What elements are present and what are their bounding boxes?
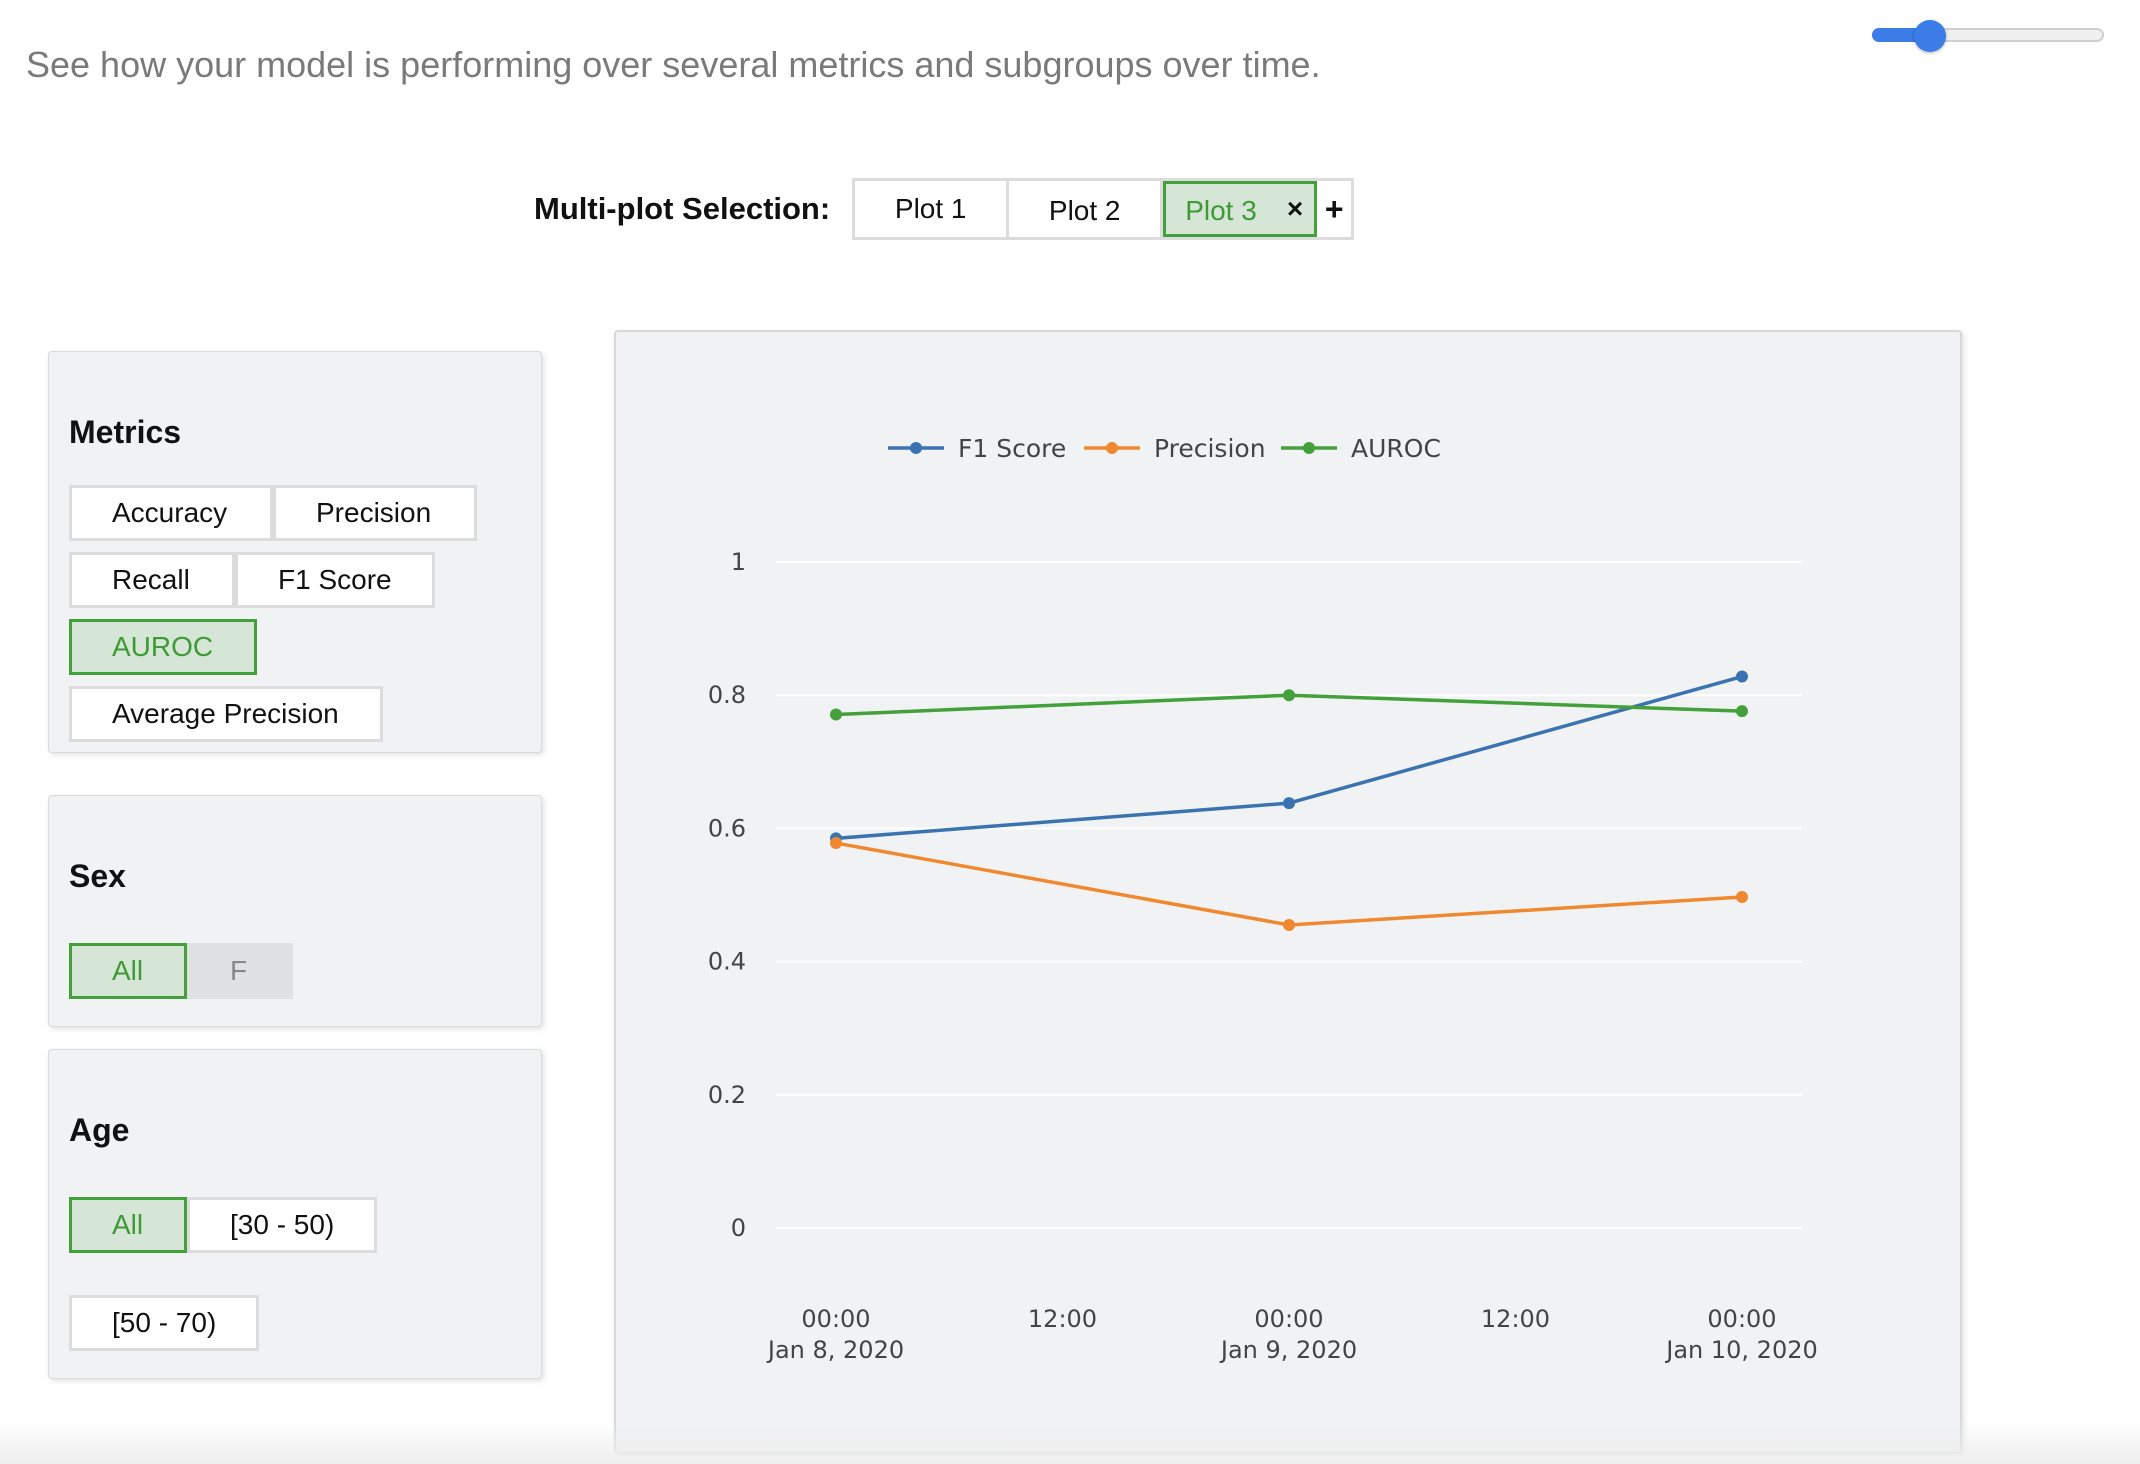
sex-f-button[interactable]: F (187, 943, 293, 999)
data-point-precision[interactable] (1283, 918, 1295, 931)
sex-panel: Sex All F (48, 795, 542, 1027)
metrics-chart: 1 0.8 0.6 0.4 0.2 0 00:00 Jan 8, 2020 12:00 00:00… (614, 330, 1962, 1454)
x-tick-time-label: 12:00 (1481, 1305, 1550, 1333)
metric-average-precision-button[interactable]: Average Precision (69, 686, 383, 742)
slider-thumb[interactable] (1914, 20, 1946, 52)
x-tick-time-label: 00:00 (1707, 1305, 1776, 1333)
metric-accuracy-button[interactable]: Accuracy (69, 485, 273, 541)
legend-label-precision[interactable]: Precision (1154, 434, 1266, 463)
x-tick-time-label: 00:00 (1254, 1305, 1323, 1333)
data-point-f1-score[interactable] (1283, 797, 1295, 810)
tab-plot-1-label: Plot 1 (894, 193, 967, 224)
close-plot-3-icon[interactable]: × (1287, 193, 1303, 225)
y-tick-label: 1 (731, 548, 746, 576)
legend-swatch-marker (910, 442, 922, 454)
data-point-precision[interactable] (1736, 890, 1748, 903)
tab-plot-3-label: Plot 3 (1185, 195, 1257, 226)
age-title: Age (69, 1112, 130, 1148)
age-all-button[interactable]: All (69, 1197, 187, 1253)
y-tick-label: 0.6 (708, 814, 746, 842)
metric-recall-button[interactable]: Recall (69, 552, 235, 608)
add-plot-button[interactable]: + (1317, 181, 1351, 237)
tab-plot-2-label: Plot 2 (1048, 195, 1121, 226)
metric-auroc-button[interactable]: AUROC (69, 619, 257, 675)
sex-all-button[interactable]: All (69, 943, 187, 999)
data-point-auroc[interactable] (830, 708, 842, 721)
data-point-auroc[interactable] (1283, 689, 1295, 702)
multi-plot-selection: Multi-plot Selection: Plot 1 Plot 2 Plot… (534, 178, 1355, 240)
metrics-panel: Metrics Accuracy Precision Recall F1 Sco… (48, 351, 542, 753)
tab-plot-2[interactable]: Plot 2 (1009, 181, 1164, 237)
multi-plot-label: Multi-plot Selection: (534, 191, 831, 226)
x-tick-time-label: 12:00 (1028, 1305, 1097, 1333)
data-point-f1-score[interactable] (1736, 670, 1748, 683)
y-tick-label: 0.4 (708, 948, 746, 976)
legend-swatch-marker (1106, 442, 1118, 454)
tab-plot-1[interactable]: Plot 1 (855, 181, 1010, 237)
zoom-slider[interactable] (1872, 20, 2104, 52)
age-panel: Age All [30 - 50) [50 - 70) (48, 1049, 542, 1379)
age-30-50-button[interactable]: [30 - 50) (187, 1197, 377, 1253)
metrics-title: Metrics (69, 414, 182, 450)
data-point-auroc[interactable] (1736, 705, 1748, 718)
x-tick-time-label: 00:00 (801, 1305, 870, 1333)
sex-title: Sex (69, 858, 126, 894)
chart-svg: 1 0.8 0.6 0.4 0.2 0 00:00 Jan 8, 2020 12:00 00:00… (708, 434, 1818, 1364)
x-tick-date-label: Jan 10, 2020 (1664, 1336, 1818, 1364)
legend-swatch-marker (1303, 442, 1315, 454)
plot-tabs: Plot 1 Plot 2 Plot 3 × + (852, 178, 1355, 240)
x-tick-date-label: Jan 8, 2020 (766, 1336, 904, 1364)
x-tick-date-label: Jan 9, 2020 (1219, 1336, 1357, 1364)
tab-plot-3[interactable]: Plot 3 × (1163, 181, 1318, 237)
legend-label-auroc[interactable]: AUROC (1351, 434, 1441, 463)
y-tick-label: 0.2 (708, 1081, 746, 1109)
data-point-precision[interactable] (830, 837, 842, 850)
y-tick-label: 0 (731, 1214, 746, 1242)
legend-label-f1-score[interactable]: F1 Score (958, 434, 1066, 463)
metric-precision-button[interactable]: Precision (273, 485, 477, 541)
metric-f1-score-button[interactable]: F1 Score (235, 552, 435, 608)
age-50-70-button[interactable]: [50 - 70) (69, 1295, 259, 1351)
y-tick-label: 0.8 (708, 681, 746, 709)
page-description: See how your model is performing over se… (26, 44, 1321, 85)
series-line-precision (835, 841, 1743, 927)
